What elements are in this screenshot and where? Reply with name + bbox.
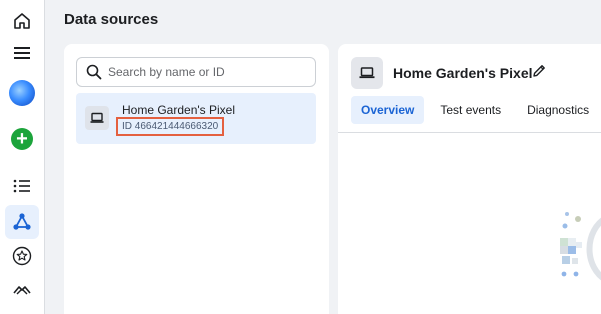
computer-icon: [351, 57, 383, 89]
page-title: Data sources: [64, 11, 159, 28]
account-avatar[interactable]: [5, 76, 39, 110]
search-box[interactable]: [76, 57, 316, 87]
list-icon[interactable]: [5, 169, 39, 203]
detail-tabs: Overview Test events Diagnostics: [351, 96, 599, 124]
data-source-id-highlight: ID 466421444666320: [116, 117, 225, 136]
data-source-name: Home Garden's Pixel: [122, 103, 236, 117]
tab-diagnostics[interactable]: Diagnostics: [517, 96, 599, 124]
search-input[interactable]: [108, 65, 298, 79]
search-icon: [86, 64, 102, 80]
data-source-detail-panel: Home Garden's Pixel Overview Test events…: [338, 44, 601, 314]
star-icon[interactable]: [5, 239, 39, 273]
menu-icon[interactable]: [5, 36, 39, 70]
left-nav-rail: +: [0, 0, 45, 314]
tab-divider: [338, 132, 601, 133]
create-button[interactable]: +: [5, 122, 39, 156]
data-source-id: ID 466421444666320: [122, 121, 219, 132]
partner-icon[interactable]: [5, 274, 39, 308]
detail-title: Home Garden's Pixel: [393, 65, 533, 81]
home-icon[interactable]: [5, 4, 39, 38]
events-manager-icon[interactable]: [5, 205, 39, 239]
decorative-illustration: [560, 212, 601, 281]
edit-pencil-icon[interactable]: [531, 63, 547, 84]
avatar-image: [9, 80, 35, 106]
computer-icon: [85, 106, 109, 130]
data-sources-list-panel: Home Garden's Pixel ID 466421444666320: [64, 44, 329, 314]
tab-overview[interactable]: Overview: [351, 96, 425, 124]
tab-test-events[interactable]: Test events: [430, 96, 511, 124]
add-icon: +: [11, 128, 33, 150]
data-source-item[interactable]: Home Garden's Pixel ID 466421444666320: [76, 93, 316, 144]
